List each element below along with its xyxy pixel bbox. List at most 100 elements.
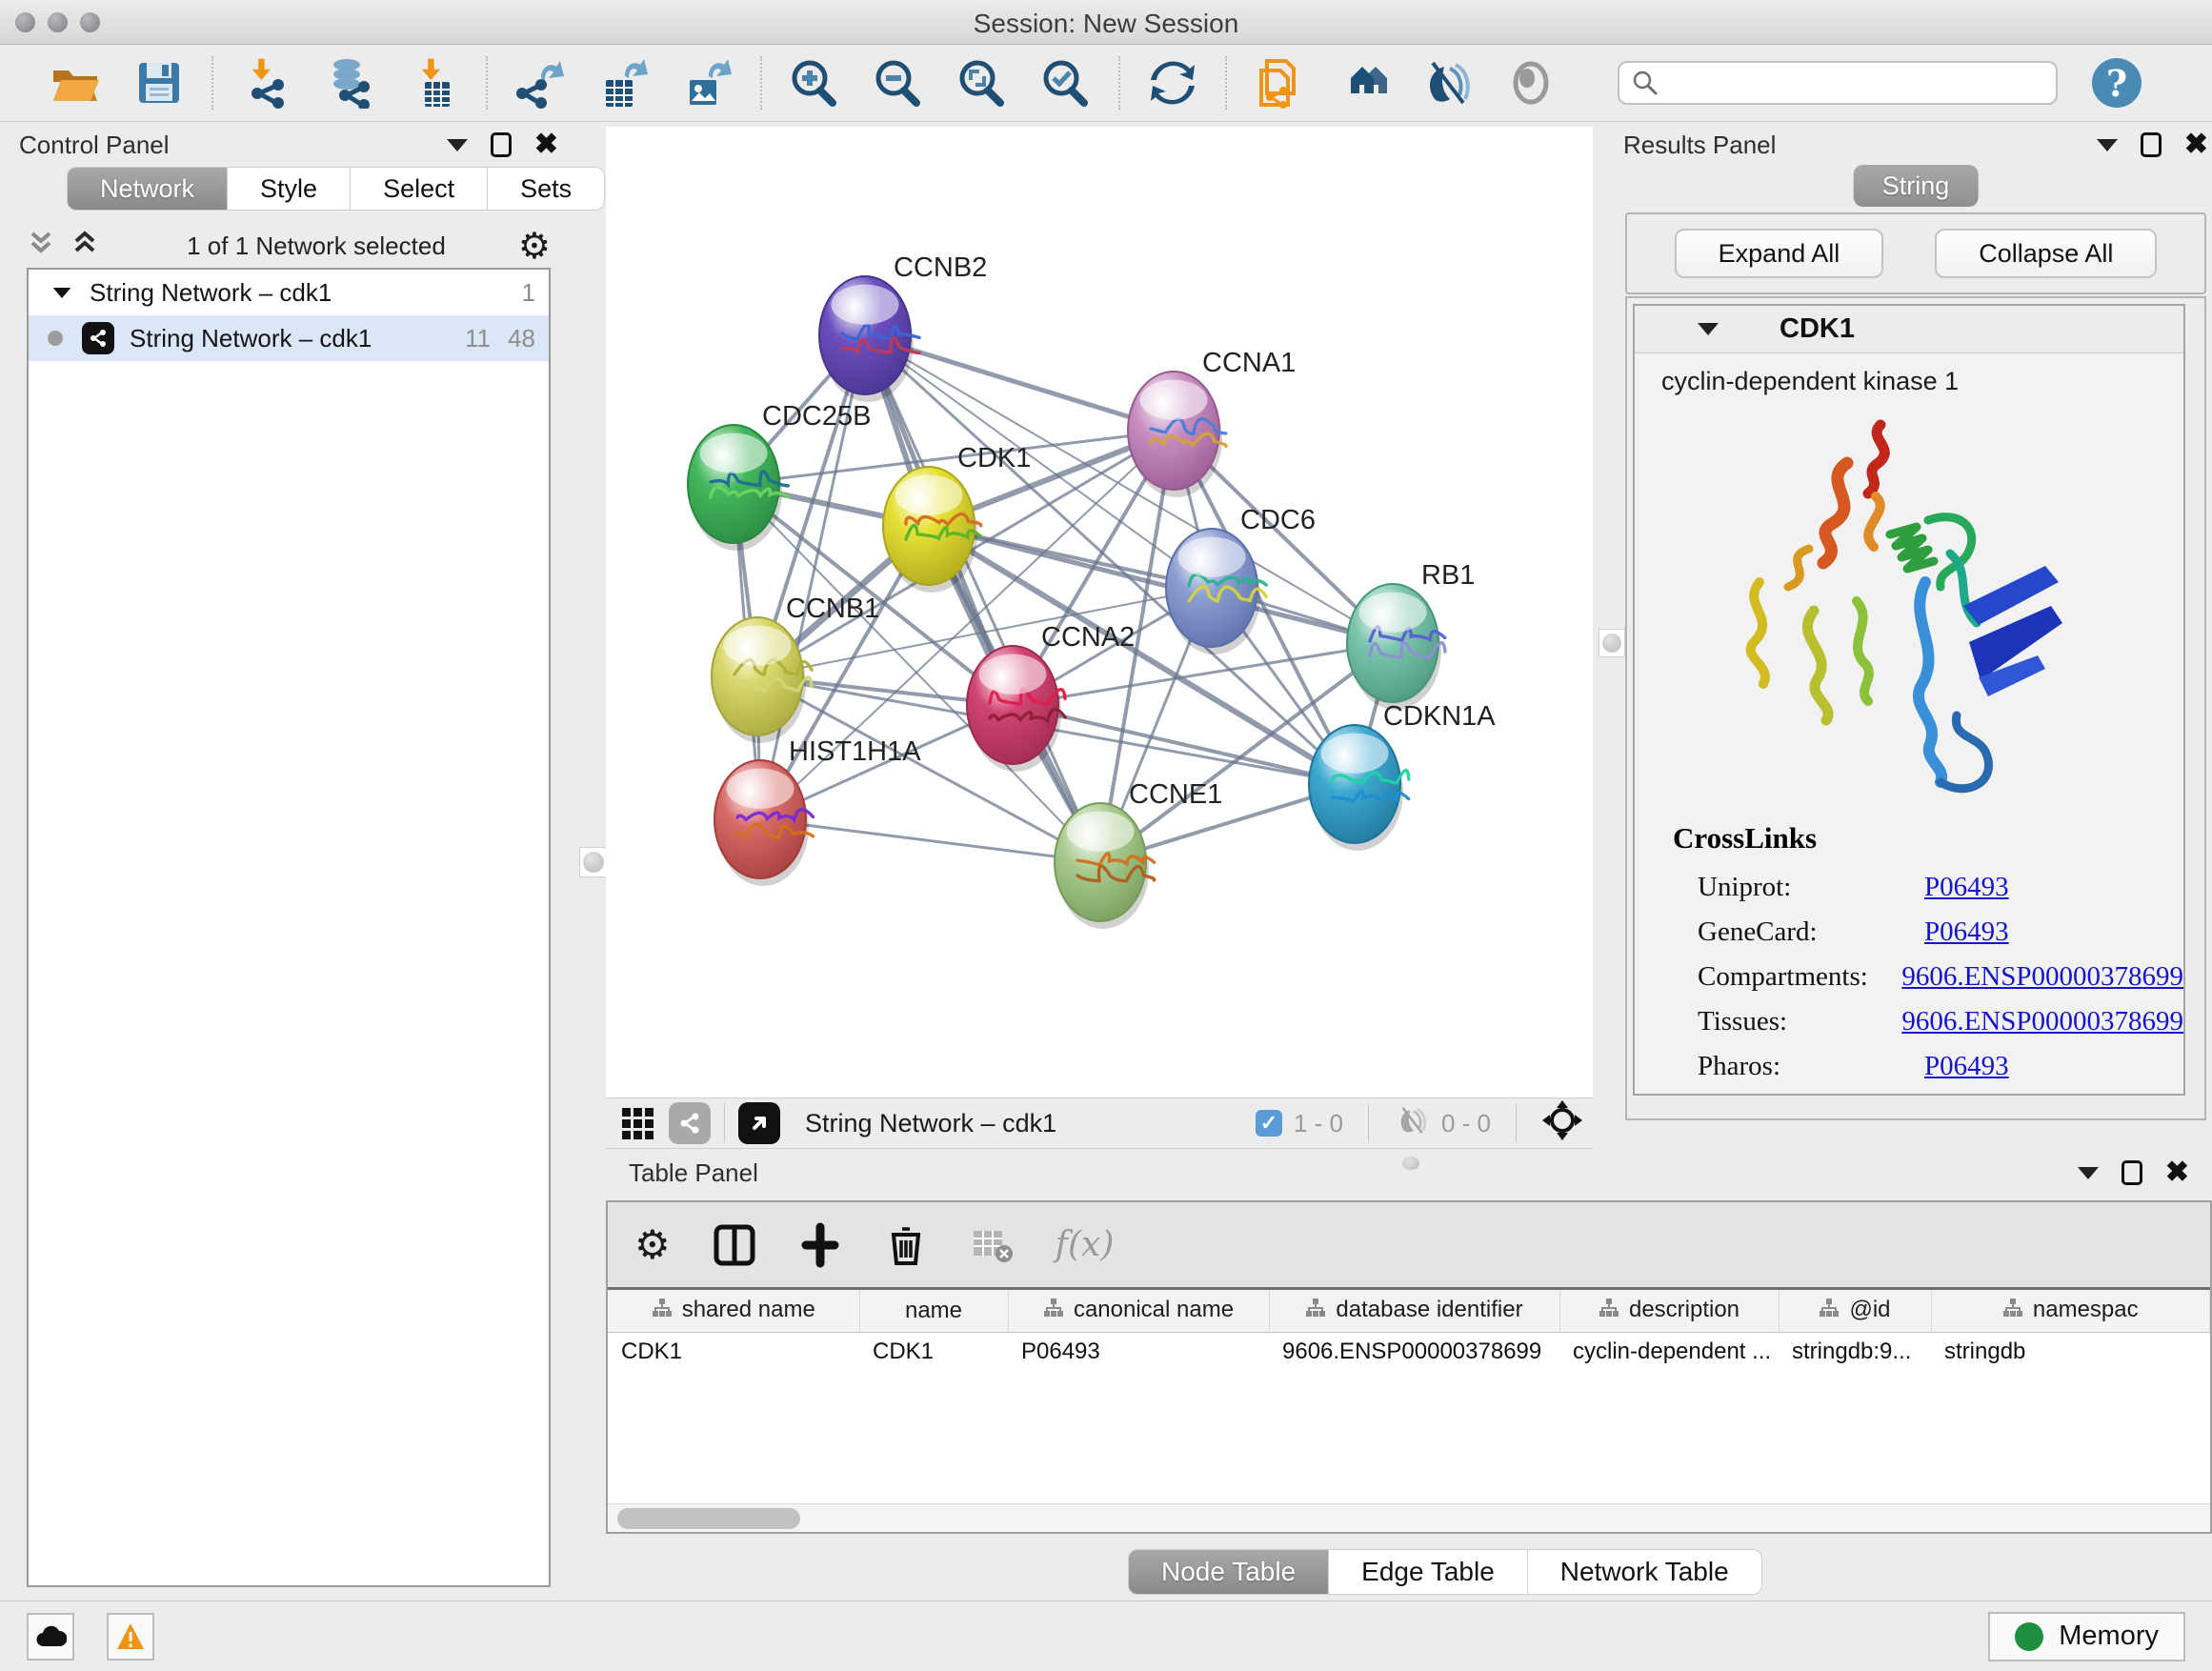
panel-float-icon[interactable]	[2122, 1160, 2142, 1185]
network-collection-row[interactable]: String Network – cdk1 1	[29, 270, 549, 315]
table-cell[interactable]: CDK1	[608, 1332, 859, 1372]
expand-all-networks-icon[interactable]	[27, 228, 55, 265]
tab-network[interactable]: Network	[67, 167, 228, 211]
memory-button[interactable]: Memory	[1988, 1612, 2185, 1661]
panel-close-icon[interactable]: ✖	[2165, 1160, 2189, 1185]
export-image-icon[interactable]	[680, 55, 735, 111]
tab-node-table[interactable]: Node Table	[1128, 1549, 1329, 1595]
table-settings-icon[interactable]: ⚙	[634, 1227, 671, 1263]
grid-view-icon[interactable]	[615, 1101, 659, 1145]
zoom-out-icon[interactable]	[871, 55, 926, 111]
column-header-shared-name[interactable]: shared name	[608, 1290, 859, 1332]
protein-section-header[interactable]: CDK1	[1635, 306, 2183, 353]
hide-unhide-icon[interactable]	[1419, 55, 1475, 111]
panel-close-icon[interactable]: ✖	[2184, 132, 2208, 157]
cloud-icon[interactable]	[27, 1613, 74, 1661]
table-cell[interactable]: stringdb:9...	[1779, 1332, 1931, 1372]
network-node-CDC25B[interactable]: CDC25B	[688, 401, 871, 551]
search-input[interactable]	[1659, 70, 2021, 96]
refresh-icon[interactable]	[1145, 55, 1200, 111]
share-network-icon[interactable]	[669, 1102, 711, 1144]
panel-menu-icon[interactable]	[2078, 1167, 2099, 1179]
network-node-CCNB1[interactable]: CCNB1	[712, 594, 879, 743]
table-row[interactable]: CDK1CDK1P064939606.ENSP00000378699cyclin…	[608, 1332, 2210, 1372]
main-toolbar: ?	[0, 45, 2212, 122]
panel-float-icon[interactable]	[491, 132, 512, 157]
crosslink-link[interactable]: 9606.ENSP00000378699	[1901, 961, 2183, 993]
collapse-all-button[interactable]: Collapse All	[1935, 229, 2157, 278]
left-splitter-handle[interactable]	[579, 847, 608, 877]
network-node-RB1[interactable]: RB1	[1347, 560, 1475, 710]
network-node-CCNA1[interactable]: CCNA1	[1128, 348, 1296, 497]
table-horizontal-scrollbar[interactable]	[608, 1503, 2210, 1532]
table-cell[interactable]: 9606.ENSP00000378699	[1269, 1332, 1559, 1372]
network-type-icon	[82, 322, 114, 354]
table-cell[interactable]: CDK1	[859, 1332, 1008, 1372]
network-node-CCNB2[interactable]: CCNB2	[819, 252, 987, 402]
network-row-selected[interactable]: String Network – cdk1 11 48	[29, 315, 549, 361]
tab-network-table[interactable]: Network Table	[1528, 1549, 1762, 1595]
tab-sets[interactable]: Sets	[488, 167, 605, 211]
birdseye-icon[interactable]	[738, 1102, 780, 1144]
save-session-icon[interactable]	[131, 55, 187, 111]
column-header-canonical-name[interactable]: canonical name	[1008, 1290, 1269, 1332]
delete-column-icon[interactable]	[884, 1223, 928, 1267]
panel-menu-icon[interactable]	[2097, 139, 2118, 151]
import-database-icon[interactable]	[322, 55, 377, 111]
network-node-CCNE1[interactable]: CCNE1	[1055, 779, 1222, 929]
tab-style[interactable]: Style	[228, 167, 351, 211]
table-cell[interactable]: stringdb	[1931, 1332, 2210, 1372]
export-network-icon[interactable]	[513, 55, 568, 111]
expand-all-button[interactable]: Expand All	[1675, 229, 1884, 278]
crosslink-link[interactable]: P06493	[1924, 916, 2009, 948]
delete-table-icon[interactable]	[970, 1223, 1014, 1267]
import-table-icon[interactable]	[406, 55, 461, 111]
network-node-CDK1[interactable]: CDK1	[883, 443, 1031, 593]
column-header-database-identifier[interactable]: database identifier	[1269, 1290, 1559, 1332]
network-options-gear-icon[interactable]: ⚙	[518, 228, 551, 264]
scrollbar-thumb[interactable]	[617, 1508, 800, 1529]
column-tree-icon	[2002, 1298, 2023, 1324]
eye-icon[interactable]	[1503, 55, 1558, 111]
columns-icon[interactable]	[713, 1223, 756, 1267]
network-edge-CDK1-RB1[interactable]	[929, 526, 1393, 643]
tab-string[interactable]: String	[1854, 165, 1979, 207]
selected-checkbox[interactable]: ✓	[1256, 1110, 1282, 1137]
network-edge-CCNB2-CCNE1[interactable]	[865, 335, 1100, 862]
string-documents-icon[interactable]	[1252, 55, 1307, 111]
zoom-in-icon[interactable]	[787, 55, 842, 111]
open-session-icon[interactable]	[48, 55, 103, 111]
collection-expand-icon[interactable]	[53, 287, 71, 297]
add-column-icon[interactable]	[798, 1223, 842, 1267]
help-button[interactable]: ?	[2092, 58, 2142, 108]
collapse-section-icon[interactable]	[1698, 323, 1719, 335]
panel-menu-icon[interactable]	[447, 139, 468, 151]
table-cell[interactable]: cyclin-dependent ...	[1559, 1332, 1779, 1372]
column-header-name[interactable]: name	[859, 1290, 1008, 1332]
zoom-fit-icon[interactable]	[955, 55, 1010, 111]
column-header-namespac[interactable]: namespac	[1931, 1290, 2210, 1332]
tab-select[interactable]: Select	[351, 167, 488, 211]
network-node-CDC6[interactable]: CDC6	[1166, 505, 1316, 654]
collapse-all-networks-icon[interactable]	[70, 228, 99, 265]
crosslink-link[interactable]: P06493	[1924, 1051, 2009, 1082]
network-node-HIST1H1A[interactable]: HIST1H1A	[714, 736, 921, 886]
warning-icon[interactable]	[107, 1613, 154, 1661]
column-header-@id[interactable]: @id	[1779, 1290, 1931, 1332]
table-cell[interactable]: P06493	[1008, 1332, 1269, 1372]
crosshair-icon[interactable]	[1541, 1099, 1583, 1148]
network-edge-HIST1H1A-CCNE1[interactable]	[760, 819, 1100, 862]
export-table-icon[interactable]	[596, 55, 652, 111]
panel-close-icon[interactable]: ✖	[534, 132, 558, 157]
panel-float-icon[interactable]	[2141, 132, 2162, 157]
home-network-icon[interactable]	[1336, 55, 1391, 111]
network-canvas[interactable]: CCNB2CCNA1CDC25BCDK1CDC6RB1CCNB1CCNA2CDK…	[606, 127, 1593, 1097]
zoom-selected-icon[interactable]	[1038, 55, 1094, 111]
column-tree-icon	[652, 1298, 673, 1324]
tab-edge-table[interactable]: Edge Table	[1329, 1549, 1528, 1595]
crosslink-link[interactable]: P06493	[1924, 872, 2009, 903]
network-node-CDKN1A[interactable]: CDKN1A	[1309, 701, 1496, 851]
import-network-icon[interactable]	[238, 55, 293, 111]
column-header-description[interactable]: description	[1559, 1290, 1779, 1332]
crosslink-link[interactable]: 9606.ENSP00000378699	[1901, 1006, 2183, 1037]
